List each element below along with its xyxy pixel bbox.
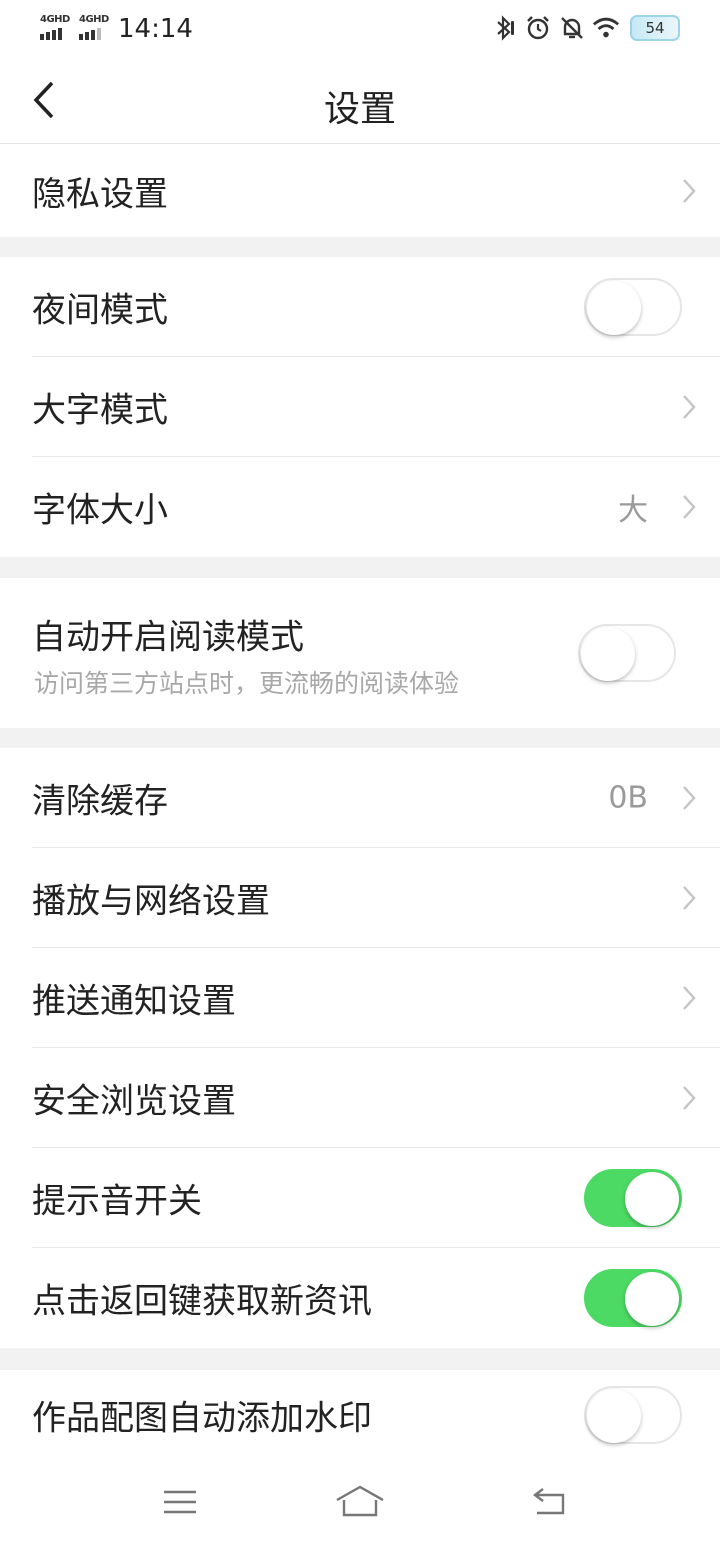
push-notify-row[interactable]: 推送通知设置 — [0, 948, 720, 1048]
sound-switch-toggle[interactable] — [584, 1169, 682, 1227]
battery-indicator: 54 — [630, 15, 680, 41]
safe-browse-row[interactable]: 安全浏览设置 — [0, 1048, 720, 1148]
playback-network-row[interactable]: 播放与网络设置 — [0, 848, 720, 948]
network-label: 4GHD — [40, 14, 70, 25]
signal-icon: 4GHD — [40, 14, 74, 40]
night-mode-row: 夜间模式 — [0, 257, 720, 357]
back-refresh-label: 点击返回键获取新资讯 — [32, 1281, 372, 1322]
auto-reading-toggle[interactable] — [578, 624, 676, 682]
status-bar: 4GHD 4GHD 14:14 54 — [0, 0, 720, 58]
system-nav-bar — [0, 1460, 720, 1544]
chevron-right-icon — [683, 178, 696, 203]
signal-icon: 4GHD — [79, 14, 113, 40]
clear-cache-label: 清除缓存 — [32, 781, 168, 822]
privacy-settings-row[interactable]: 隐私设置 — [0, 144, 720, 237]
clock: 14:14 — [118, 14, 193, 44]
settings-group-general: 清除缓存 0B 播放与网络设置 推送通知设置 安全浏览设置 提示音开关 点击返回… — [0, 748, 720, 1348]
settings-group-reading: 自动开启阅读模式 访问第三方站点时，更流畅的阅读体验 — [0, 578, 720, 728]
back-icon — [533, 1488, 565, 1515]
cache-size-value: 0B — [608, 780, 648, 816]
home-button[interactable] — [330, 1478, 390, 1526]
home-icon — [336, 1485, 384, 1517]
push-notify-label: 推送通知设置 — [32, 981, 236, 1022]
chevron-right-icon — [683, 986, 696, 1010]
wifi-icon — [592, 14, 620, 42]
large-text-row[interactable]: 大字模式 — [0, 357, 720, 457]
auto-reading-row: 自动开启阅读模式 访问第三方站点时，更流畅的阅读体验 — [0, 578, 720, 728]
settings-group-display: 夜间模式 大字模式 字体大小 大 — [0, 257, 720, 557]
bluetooth-icon — [490, 14, 518, 42]
settings-group-watermark: 作品配图自动添加水印 — [0, 1370, 720, 1460]
playback-network-label: 播放与网络设置 — [32, 881, 270, 922]
auto-reading-description: 访问第三方站点时，更流畅的阅读体验 — [34, 669, 460, 698]
sound-switch-row: 提示音开关 — [0, 1148, 720, 1248]
font-size-value: 大 — [618, 493, 648, 528]
mute-bell-icon — [558, 14, 586, 42]
night-mode-label: 夜间模式 — [32, 290, 168, 331]
clear-cache-row[interactable]: 清除缓存 0B — [0, 748, 720, 848]
page-title: 设置 — [323, 89, 396, 130]
nav-back-button[interactable] — [518, 1478, 578, 1526]
menu-icon — [164, 1490, 196, 1514]
alarm-icon — [524, 14, 552, 42]
network-label: 4GHD — [79, 14, 109, 25]
watermark-label: 作品配图自动添加水印 — [32, 1398, 372, 1439]
back-refresh-toggle[interactable] — [584, 1269, 682, 1327]
night-mode-toggle[interactable] — [584, 278, 682, 336]
back-refresh-row: 点击返回键获取新资讯 — [0, 1248, 720, 1348]
settings-group-privacy: 隐私设置 — [0, 144, 720, 237]
safe-browse-label: 安全浏览设置 — [32, 1081, 236, 1122]
chevron-right-icon — [683, 495, 696, 519]
sound-switch-label: 提示音开关 — [32, 1181, 202, 1222]
chevron-right-icon — [683, 395, 696, 419]
watermark-toggle[interactable] — [584, 1386, 682, 1444]
menu-button[interactable] — [150, 1478, 210, 1526]
watermark-row: 作品配图自动添加水印 — [0, 1370, 720, 1460]
large-text-label: 大字模式 — [32, 390, 168, 431]
auto-reading-label: 自动开启阅读模式 — [32, 617, 304, 658]
font-size-row[interactable]: 字体大小 大 — [0, 457, 720, 557]
chevron-right-icon — [683, 786, 696, 810]
privacy-settings-label: 隐私设置 — [32, 174, 168, 214]
chevron-right-icon — [683, 1086, 696, 1110]
font-size-label: 字体大小 — [32, 490, 168, 531]
chevron-right-icon — [683, 886, 696, 910]
nav-bar: 设置 — [0, 58, 720, 144]
